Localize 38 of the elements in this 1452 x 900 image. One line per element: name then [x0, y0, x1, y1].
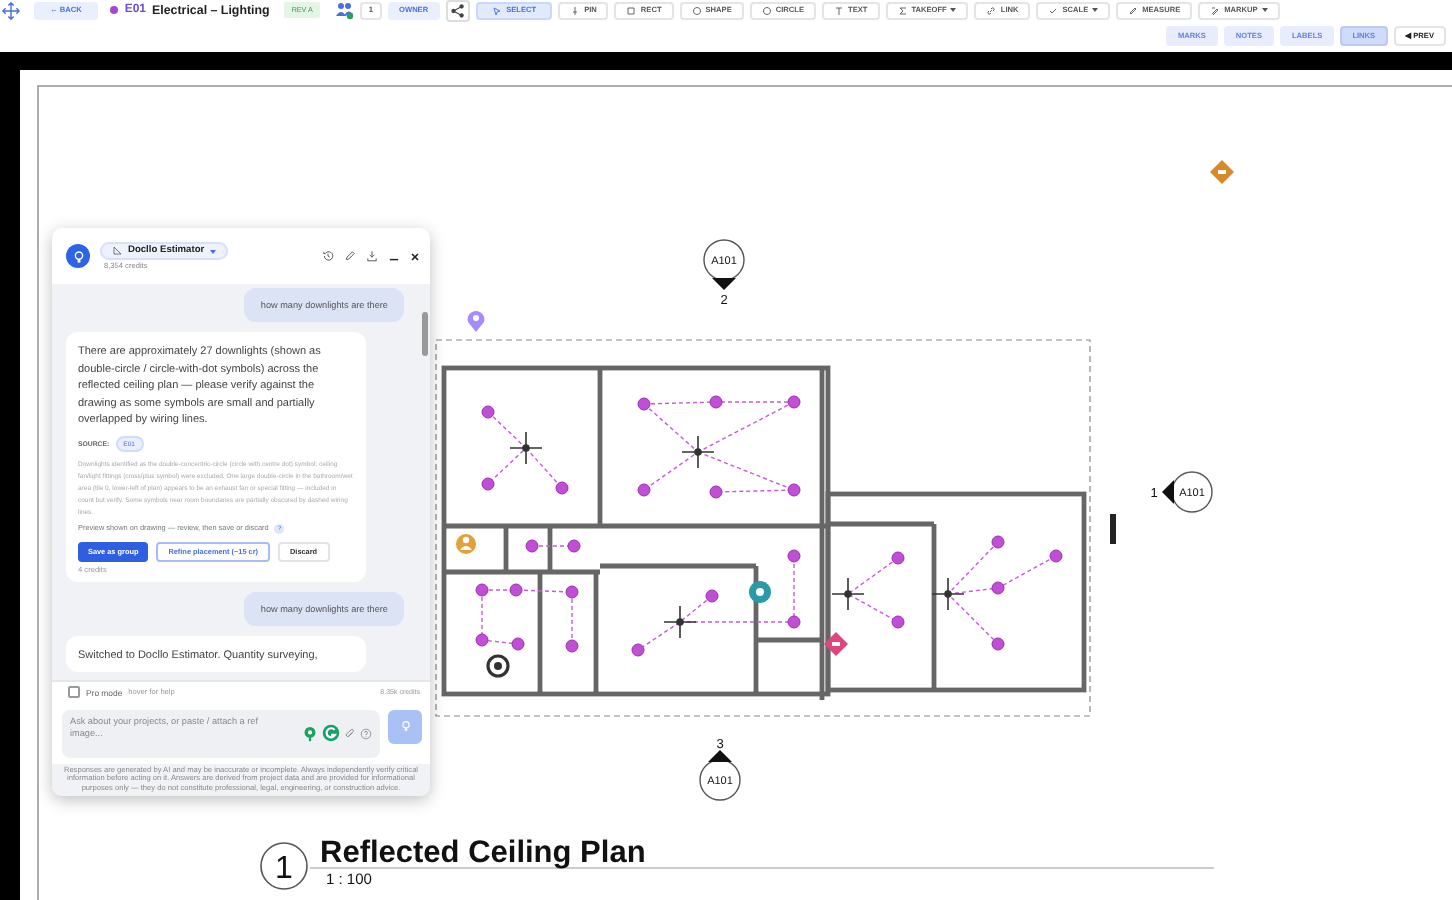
extension-icon[interactable]	[302, 725, 318, 742]
drawing-number: 1	[275, 852, 293, 886]
map-pin-icon	[467, 311, 485, 332]
pro-mode-checkbox[interactable]	[68, 686, 80, 699]
diamond-marker-icon	[1210, 160, 1234, 184]
text-icon	[834, 5, 844, 15]
shape-icon	[691, 5, 702, 15]
person-marker-icon	[456, 534, 476, 554]
drawing-title: Reflected Ceiling Plan	[320, 836, 646, 870]
share-icon[interactable]	[446, 0, 471, 21]
close-icon[interactable]	[410, 251, 420, 261]
diamond-marker-icon	[824, 632, 848, 656]
history-icon[interactable]	[322, 250, 334, 262]
help-icon[interactable]	[360, 727, 372, 740]
sigma-icon	[897, 5, 908, 15]
link-icon	[986, 5, 997, 15]
square-icon	[626, 5, 637, 15]
pin-icon	[570, 5, 581, 15]
bulb-icon	[399, 720, 411, 733]
title-bubble	[260, 842, 308, 890]
cursor-icon	[492, 5, 503, 15]
location-marker-icon	[749, 581, 771, 603]
grammar-icon[interactable]	[322, 724, 340, 743]
section-marker[interactable]	[1162, 471, 1213, 513]
ruler-icon	[1128, 5, 1139, 15]
edit-icon[interactable]	[344, 250, 356, 262]
markup-icon	[1210, 5, 1221, 15]
ruler-icon	[112, 246, 122, 256]
scroll-thumb[interactable]	[421, 312, 427, 356]
download-icon[interactable]	[366, 250, 378, 262]
assistant-avatar	[66, 244, 90, 268]
section-marker[interactable]	[699, 750, 741, 801]
caret-icon	[210, 249, 217, 253]
attach-icon[interactable]	[344, 727, 356, 740]
section-marker[interactable]	[703, 239, 745, 290]
move-icon[interactable]	[2, 1, 20, 19]
people-icon[interactable]	[334, 0, 355, 20]
sheet-dot-icon	[109, 5, 119, 15]
